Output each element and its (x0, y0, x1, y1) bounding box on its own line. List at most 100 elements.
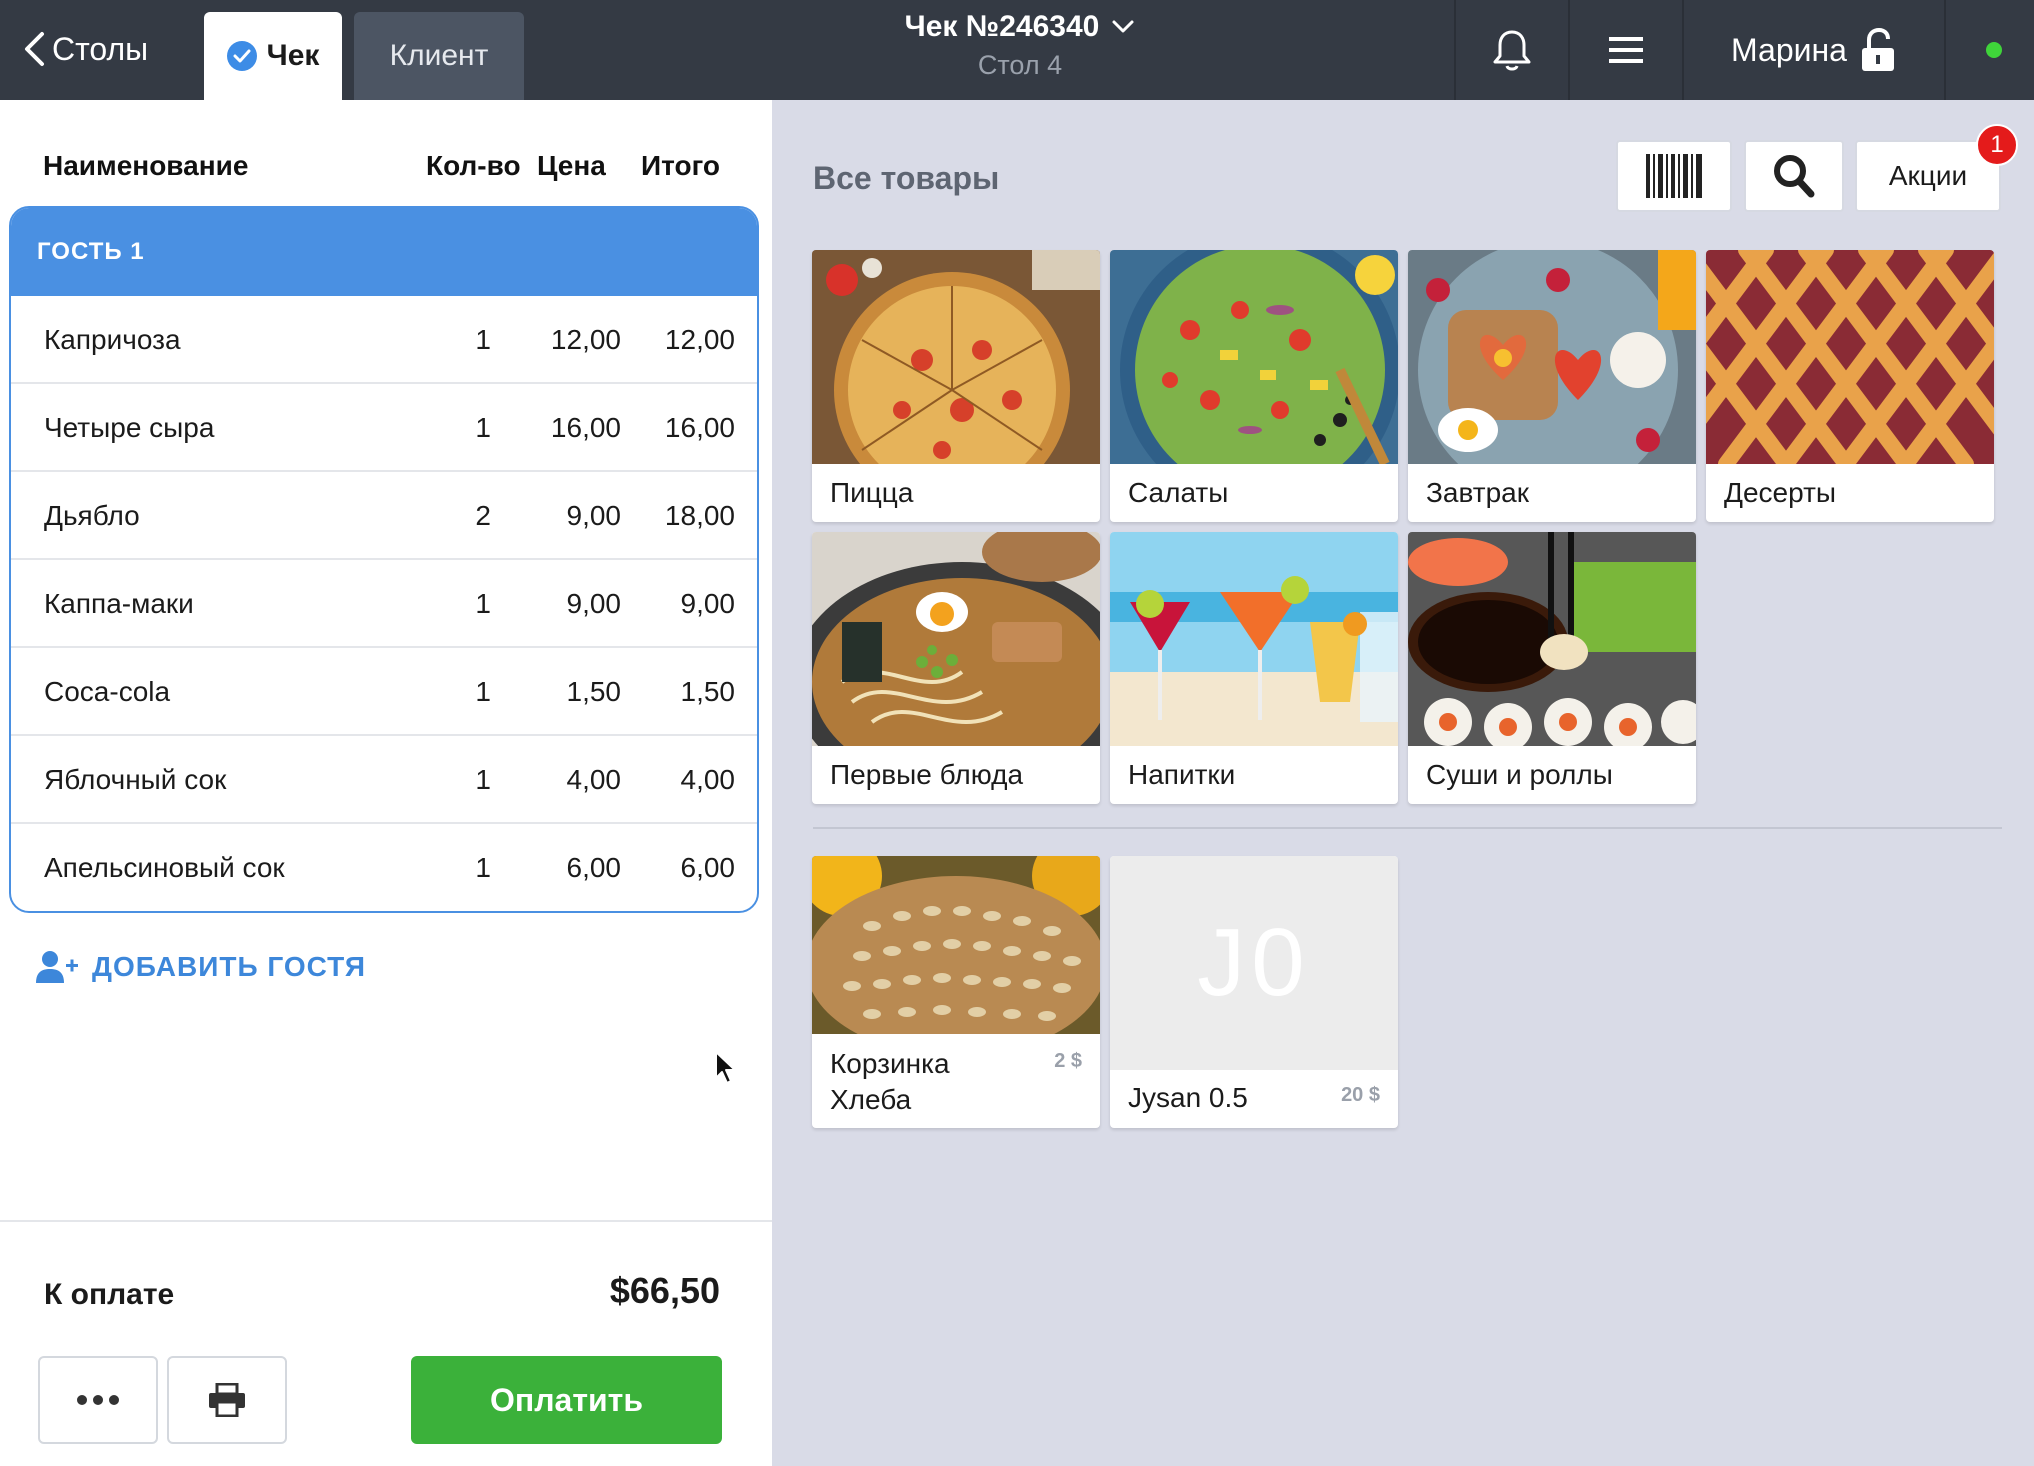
category-label: Напитки (1128, 759, 1236, 790)
item-name: Coca-cola (44, 676, 171, 707)
item-total: 12,00 (664, 324, 735, 355)
order-row[interactable]: Каппа-маки 1 9,00 9,00 (11, 560, 757, 648)
category-label: Десерты (1724, 477, 1837, 508)
item-price: 12,00 (550, 324, 621, 355)
catalog-title: Все товары (813, 160, 1000, 196)
breakfast-image (1408, 250, 1696, 464)
product-price: 2 $ (1054, 1050, 1082, 1072)
order-items-list: Капричоза 1 12,00 12,00 Четыре сыра 1 16,00 16,… (11, 296, 757, 911)
user-lock-button[interactable]: Марина (1682, 0, 1944, 100)
promotions-count-badge: 1 (1976, 124, 2018, 166)
order-row[interactable]: Апельсиновый сок 1 6,00 6,00 (11, 824, 757, 911)
guest-card: ГОСТЬ 1 Капричоза 1 12,00 12,00 Четыре сыра 1… (9, 206, 759, 913)
search-button[interactable] (1744, 140, 1844, 212)
tab-check[interactable]: Чек (204, 12, 342, 100)
receipt-selector[interactable]: Чек №246340 Стол 4 (860, 10, 1180, 81)
order-row[interactable]: Coca-cola 1 1,50 1,50 (11, 648, 757, 736)
table-label: Стол 4 (977, 50, 1063, 80)
item-qty: 1 (475, 676, 491, 707)
product-initials-placeholder: J0 (1110, 856, 1398, 1070)
add-guest-button[interactable]: ДОБАВИТЬ ГОСТЯ (36, 950, 366, 984)
order-row[interactable]: Капричоза 1 12,00 12,00 (11, 296, 757, 384)
print-button[interactable] (167, 1356, 287, 1444)
notifications-button[interactable] (1456, 0, 1568, 100)
sushi-image (1408, 532, 1696, 746)
category-label: Пицца (830, 477, 914, 508)
promotions-label: Акции (1888, 160, 1968, 191)
order-row[interactable]: Четыре сыра 1 16,00 16,00 (11, 384, 757, 472)
item-total: 1,50 (680, 676, 736, 707)
item-qty: 2 (475, 500, 491, 531)
receipt-number: Чек №246340 (904, 10, 1100, 43)
category-first-courses[interactable]: Первые блюда (812, 532, 1100, 804)
back-label: Столы (52, 30, 149, 67)
column-header-name: Наименование (43, 150, 249, 181)
order-row[interactable]: Яблочный сок 1 4,00 4,00 (11, 736, 757, 824)
order-panel: Наименование Кол-во Цена Итого ГОСТЬ 1 К… (0, 100, 772, 1466)
product-name: Корзинка Хлеба (830, 1048, 950, 1115)
hamburger-icon (1609, 37, 1643, 63)
guest-header[interactable]: ГОСТЬ 1 (11, 208, 757, 296)
item-qty: 1 (475, 324, 491, 355)
category-breakfast[interactable]: Завтрак (1408, 250, 1696, 522)
item-name: Каппа-маки (44, 588, 194, 619)
to-pay-label: К оплате (44, 1278, 175, 1311)
chevron-down-icon (1112, 20, 1134, 33)
order-row[interactable]: Дьябло 2 9,00 18,00 (11, 472, 757, 560)
column-header-price: Цена (537, 150, 606, 181)
category-label: Завтрак (1426, 477, 1529, 508)
divider (1944, 0, 1946, 100)
barcode-button[interactable] (1616, 140, 1732, 212)
menu-button[interactable] (1570, 0, 1682, 100)
add-user-icon (36, 951, 78, 983)
bell-icon (1493, 30, 1531, 71)
more-options-button[interactable] (38, 1356, 158, 1444)
item-name: Дьябло (44, 500, 140, 531)
item-total: 4,00 (680, 764, 736, 795)
item-total: 9,00 (680, 588, 736, 619)
chevron-left-icon (25, 32, 44, 66)
category-pizza[interactable]: Пицца (812, 250, 1100, 522)
check-circle-icon (226, 41, 257, 71)
pie-image (1706, 250, 1994, 464)
category-sushi[interactable]: Суши и роллы (1408, 532, 1696, 804)
item-price: 6,00 (566, 852, 622, 883)
item-price: 16,00 (550, 412, 621, 443)
item-name: Четыре сыра (44, 412, 215, 443)
item-total: 6,00 (680, 852, 736, 883)
back-to-tables-button[interactable]: Столы (22, 24, 148, 74)
divider (0, 1220, 772, 1222)
barcode-icon (1646, 154, 1702, 198)
item-total: 18,00 (664, 500, 735, 531)
product-jysan[interactable]: J0 Jysan 0.5 20 $ (1110, 856, 1398, 1128)
user-name: Марина (1731, 31, 1847, 68)
category-label: Первые блюда (830, 759, 1024, 790)
item-qty: 1 (475, 412, 491, 443)
item-name: Апельсиновый сок (44, 852, 285, 883)
to-pay-amount: $66,50 (609, 1270, 720, 1311)
ramen-image (812, 532, 1100, 746)
item-qty: 1 (475, 852, 491, 883)
item-name: Капричоза (44, 324, 181, 355)
category-drinks[interactable]: Напитки (1110, 532, 1398, 804)
column-header-total: Итого (641, 150, 720, 181)
search-icon (1774, 155, 1815, 198)
product-bread-basket[interactable]: Корзинка Хлеба 2 $ (812, 856, 1100, 1128)
pay-button[interactable]: Оплатить (411, 1356, 722, 1444)
item-total: 16,00 (664, 412, 735, 443)
online-status-indicator (1986, 42, 2002, 58)
pizza-image (812, 250, 1100, 464)
item-qty: 1 (475, 764, 491, 795)
cocktails-image (1110, 532, 1398, 746)
top-bar: Столы Чек Клиент Чек №246340 Стол 4 Мари… (0, 0, 2034, 100)
printer-icon (209, 1383, 245, 1417)
add-guest-label: ДОБАВИТЬ ГОСТЯ (92, 951, 367, 982)
item-price: 1,50 (566, 676, 622, 707)
item-price: 4,00 (566, 764, 622, 795)
item-name: Яблочный сок (44, 764, 227, 795)
tab-client[interactable]: Клиент (354, 12, 524, 100)
item-price: 9,00 (566, 588, 622, 619)
category-salads[interactable]: Салаты (1110, 250, 1398, 522)
category-desserts[interactable]: Десерты (1706, 250, 1994, 522)
unlock-icon (1861, 28, 1894, 71)
